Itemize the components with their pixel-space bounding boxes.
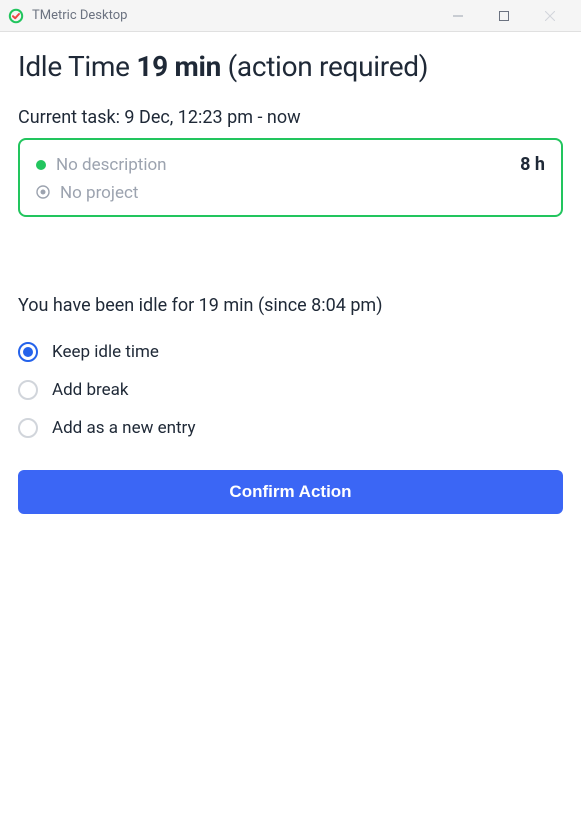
app-title: TMetric Desktop: [32, 8, 435, 23]
task-description: No description: [56, 155, 167, 175]
confirm-button[interactable]: Confirm Action: [18, 470, 563, 514]
idle-options-group: Keep idle time Add break Add as a new en…: [18, 342, 563, 438]
running-dot-icon: [36, 160, 46, 170]
task-card[interactable]: No description 8 h No project: [18, 138, 563, 217]
radio-icon: [18, 342, 38, 362]
task-project: No project: [60, 183, 138, 203]
heading-suffix: (action required): [221, 50, 428, 83]
radio-icon: [18, 418, 38, 438]
option-keep-idle[interactable]: Keep idle time: [18, 342, 563, 362]
idle-message: You have been idle for 19 min (since 8:0…: [18, 295, 563, 316]
option-label: Add as a new entry: [52, 418, 196, 438]
heading-prefix: Idle Time: [18, 50, 136, 83]
title-bar: TMetric Desktop: [0, 0, 581, 32]
project-icon: [36, 184, 50, 203]
option-new-entry[interactable]: Add as a new entry: [18, 418, 563, 438]
current-task-label: Current task: 9 Dec, 12:23 pm - now: [18, 107, 563, 128]
content-area: Idle Time 19 min (action required) Curre…: [0, 32, 581, 514]
task-duration: 8 h: [520, 154, 545, 175]
task-row-project: No project: [36, 183, 545, 203]
radio-icon: [18, 380, 38, 400]
close-button[interactable]: [527, 0, 573, 32]
option-add-break[interactable]: Add break: [18, 380, 563, 400]
task-row-description: No description 8 h: [36, 154, 545, 175]
radio-dot-icon: [23, 347, 33, 357]
option-label: Keep idle time: [52, 342, 159, 362]
task-description-group: No description: [36, 155, 167, 175]
heading-duration: 19 min: [136, 50, 221, 83]
maximize-button[interactable]: [481, 0, 527, 32]
app-logo-icon: [8, 8, 24, 24]
page-title: Idle Time 19 min (action required): [18, 50, 563, 83]
minimize-button[interactable]: [435, 0, 481, 32]
option-label: Add break: [52, 380, 129, 400]
window-controls: [435, 0, 573, 32]
